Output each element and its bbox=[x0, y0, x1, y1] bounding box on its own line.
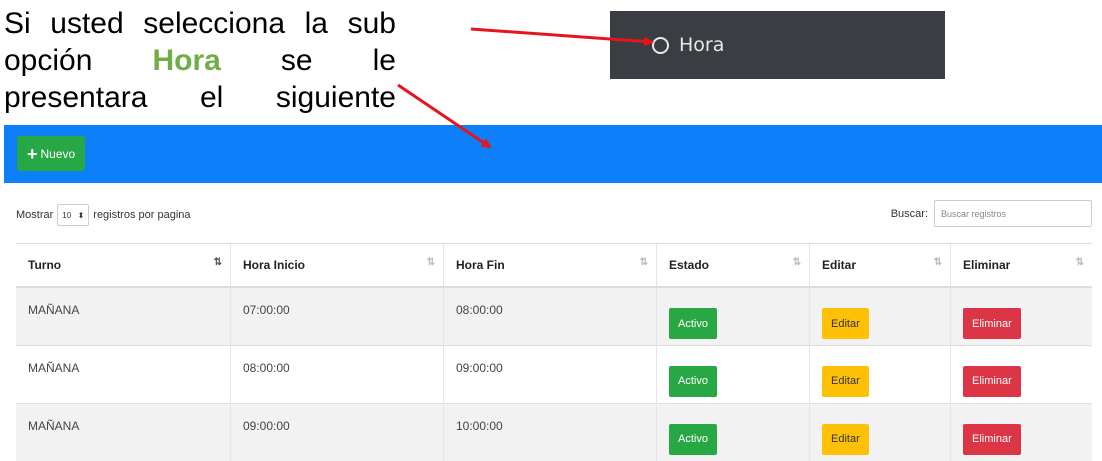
cell-editar: Editar bbox=[809, 286, 951, 345]
table-row: MAÑANA 09:00:00 10:00:00 Activo Editar E… bbox=[16, 402, 1092, 461]
status-active-button[interactable]: Activo bbox=[669, 308, 717, 339]
column-header-hora-inicio[interactable]: Hora Inicio ⇅ bbox=[230, 243, 444, 288]
updown-icon: ⬍ bbox=[77, 210, 85, 220]
cell-estado: Activo bbox=[656, 402, 810, 461]
page-size-select[interactable]: 10 ⬍ bbox=[57, 204, 90, 226]
hours-table: Turno ⇅ Hora Inicio ⇅ Hora Fin ⇅ Estado ⇅ Ed… bbox=[16, 243, 1092, 461]
instruction-word: opción bbox=[4, 44, 93, 77]
cell-eliminar: Eliminar bbox=[950, 402, 1092, 461]
page-size-control: Mostrar 10 ⬍ registros por pagina bbox=[16, 204, 191, 226]
sort-icon: ⇅ bbox=[639, 257, 648, 268]
cell-eliminar: Eliminar bbox=[950, 344, 1092, 403]
column-header-estado[interactable]: Estado ⇅ bbox=[656, 243, 810, 288]
instruction-word: sub bbox=[347, 7, 396, 40]
column-header-turno[interactable]: Turno ⇅ bbox=[16, 243, 231, 288]
instruction-word: se bbox=[280, 44, 313, 77]
instruction-highlight: Hora bbox=[152, 44, 221, 77]
table-controls: Mostrar 10 ⬍ registros por pagina Buscar… bbox=[16, 200, 1092, 230]
cell-turno: MAÑANA bbox=[16, 344, 231, 403]
instruction-text: Si usted selecciona la sub opción Hora s… bbox=[4, 5, 396, 116]
search-control: Buscar: bbox=[891, 200, 1092, 227]
sort-icon: ⇅ bbox=[1075, 257, 1084, 268]
search-input[interactable] bbox=[934, 200, 1092, 227]
cell-hora-inicio: 07:00:00 bbox=[230, 286, 444, 345]
table-header-row: Turno ⇅ Hora Inicio ⇅ Hora Fin ⇅ Estado ⇅ Ed… bbox=[16, 243, 1092, 288]
cell-turno: MAÑANA bbox=[16, 402, 231, 461]
table-row: MAÑANA 07:00:00 08:00:00 Activo Editar E… bbox=[16, 286, 1092, 345]
instruction-word: siguiente bbox=[275, 81, 396, 114]
cell-editar: Editar bbox=[809, 402, 951, 461]
sort-icon: ⇅ bbox=[933, 257, 942, 268]
plus-icon: + bbox=[27, 143, 38, 164]
status-active-button[interactable]: Activo bbox=[669, 365, 717, 397]
cell-hora-inicio: 09:00:00 bbox=[230, 402, 444, 461]
new-button-label: Nuevo bbox=[40, 146, 76, 161]
column-header-hora-fin[interactable]: Hora Fin ⇅ bbox=[443, 243, 657, 288]
page-size-value: 10 bbox=[62, 210, 72, 220]
sort-icon: ⇅ bbox=[426, 257, 435, 268]
table-row: MAÑANA 08:00:00 09:00:00 Activo Editar E… bbox=[16, 344, 1092, 403]
edit-button[interactable]: Editar bbox=[822, 423, 869, 455]
edit-button[interactable]: Editar bbox=[822, 308, 869, 339]
cell-hora-inicio: 08:00:00 bbox=[230, 344, 444, 403]
cell-estado: Activo bbox=[656, 286, 810, 345]
instruction-word: usted bbox=[50, 7, 124, 40]
cell-turno: MAÑANA bbox=[16, 286, 231, 345]
cell-eliminar: Eliminar bbox=[950, 286, 1092, 345]
instruction-word: el bbox=[199, 81, 224, 114]
instruction-word: Si bbox=[4, 7, 31, 40]
delete-button[interactable]: Eliminar bbox=[963, 308, 1021, 339]
instruction-line-3: presentara el siguiente bbox=[4, 79, 396, 116]
cell-editar: Editar bbox=[809, 344, 951, 403]
instruction-word: presentara bbox=[4, 81, 148, 114]
records-label: registros por pagina bbox=[93, 209, 191, 221]
cell-hora-fin: 10:00:00 bbox=[443, 402, 657, 461]
cell-hora-fin: 08:00:00 bbox=[443, 286, 657, 345]
instruction-word: le bbox=[372, 44, 396, 77]
instruction-word: la bbox=[304, 7, 328, 40]
menu-item-label: Hora bbox=[679, 34, 725, 56]
delete-button[interactable]: Eliminar bbox=[963, 365, 1021, 397]
show-label: Mostrar bbox=[16, 209, 54, 221]
instruction-line-1: Si usted selecciona la sub bbox=[4, 5, 396, 42]
sort-icon: ⇅ bbox=[792, 257, 801, 268]
column-header-editar[interactable]: Editar ⇅ bbox=[809, 243, 951, 288]
column-header-eliminar[interactable]: Eliminar ⇅ bbox=[950, 243, 1092, 288]
edit-button[interactable]: Editar bbox=[822, 365, 869, 397]
search-label: Buscar: bbox=[890, 207, 928, 220]
instruction-line-2: opción Hora se le bbox=[4, 42, 396, 79]
new-button[interactable]: + Nuevo bbox=[17, 136, 86, 171]
delete-button[interactable]: Eliminar bbox=[963, 423, 1021, 455]
status-active-button[interactable]: Activo bbox=[669, 423, 717, 455]
cell-hora-fin: 09:00:00 bbox=[443, 344, 657, 403]
instruction-word: selecciona bbox=[143, 7, 286, 40]
cell-estado: Activo bbox=[656, 344, 810, 403]
header-bar: + Nuevo bbox=[4, 125, 1102, 183]
sort-asc-icon: ⇅ bbox=[213, 257, 222, 268]
circle-outline-icon bbox=[652, 36, 669, 54]
menu-item-hora[interactable]: Hora bbox=[610, 11, 945, 79]
